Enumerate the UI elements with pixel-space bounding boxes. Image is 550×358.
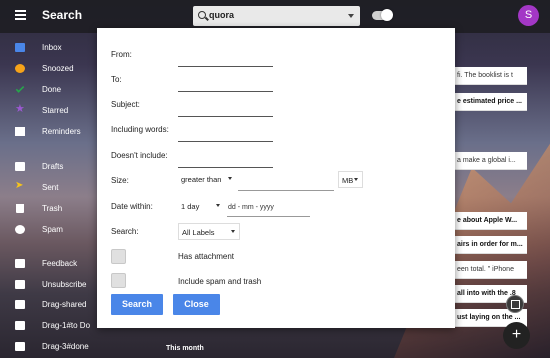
size-operator-value: greater than xyxy=(181,175,222,184)
search-input[interactable]: quora xyxy=(193,6,360,26)
size-label: Size: xyxy=(111,176,129,185)
sidebar-item-snoozed[interactable]: Snoozed xyxy=(0,60,100,78)
from-label: From: xyxy=(111,50,132,59)
search-button[interactable]: Search xyxy=(111,294,163,315)
has-attachment-checkbox[interactable] xyxy=(111,249,126,264)
size-input[interactable] xyxy=(238,171,334,191)
sidebar-item-label: Drag-1#to Do xyxy=(42,321,91,330)
check-icon xyxy=(15,84,25,93)
search-query: quora xyxy=(209,10,235,20)
including-words-field[interactable] xyxy=(178,141,273,142)
sidebar-item-drafts[interactable]: Drafts xyxy=(0,158,100,176)
section-heading: This month xyxy=(166,345,204,352)
advanced-search-panel: From: To: Subject: Including words: Does… xyxy=(97,28,455,328)
mail-icon xyxy=(15,280,25,289)
mail-icon xyxy=(15,342,25,351)
date-range-value: 1 day xyxy=(181,202,200,211)
date-within-label: Date within: xyxy=(111,202,153,211)
page-title: Search xyxy=(42,8,83,22)
toggle-knob xyxy=(381,9,393,21)
mail-icon xyxy=(15,300,25,309)
mail-icon xyxy=(15,259,25,268)
sidebar-item-label: Reminders xyxy=(42,127,81,136)
list-item[interactable]: airs in order for m... xyxy=(455,236,527,254)
to-label: To: xyxy=(111,75,122,84)
doesnt-include-field[interactable] xyxy=(178,167,273,168)
sidebar-item-label: Inbox xyxy=(42,43,62,52)
date-range-select[interactable]: 1 day xyxy=(178,198,224,215)
chevron-down-icon xyxy=(231,230,235,233)
reminder-icon xyxy=(15,127,25,136)
add-button[interactable]: + xyxy=(503,322,530,349)
to-field[interactable] xyxy=(178,91,273,92)
sidebar-item-label: Drag-3#done xyxy=(42,342,89,351)
chevron-down-icon xyxy=(216,204,220,207)
sidebar-item-spam[interactable]: Spam xyxy=(0,221,100,239)
include-spam-label: Include spam and trash xyxy=(178,277,262,286)
trash-icon xyxy=(16,204,24,213)
list-item[interactable]: e about Apple W... xyxy=(455,212,527,230)
compose-icon[interactable] xyxy=(506,295,524,313)
sidebar-item-feedback[interactable]: Feedback xyxy=(0,255,100,273)
subject-field[interactable] xyxy=(178,116,273,117)
clock-icon xyxy=(15,64,25,73)
has-attachment-label: Has attachment xyxy=(178,252,235,261)
chevron-down-icon[interactable] xyxy=(348,14,354,18)
chevron-down-icon xyxy=(228,177,232,180)
size-unit-value: MB xyxy=(342,176,354,185)
search-scope-label: Search: xyxy=(111,227,139,236)
search-scope-select[interactable]: All Labels xyxy=(178,223,240,240)
list-item[interactable]: fi. The booklist is t xyxy=(455,67,527,85)
sidebar-item-drag-todo[interactable]: Drag-1#to Do xyxy=(0,317,100,335)
doesnt-include-label: Doesn't include: xyxy=(111,151,168,160)
inbox-icon xyxy=(15,43,25,52)
sidebar-item-label: Snoozed xyxy=(42,64,74,73)
sidebar-item-label: Feedback xyxy=(42,259,78,268)
sidebar-item-label: Trash xyxy=(42,204,63,213)
list-item[interactable]: een total. " iPhone xyxy=(455,261,527,279)
list-item[interactable]: e estimated price ... xyxy=(455,93,527,111)
spam-icon xyxy=(15,225,25,234)
sidebar-item-drag-done[interactable]: Drag-3#done xyxy=(0,338,100,356)
list-item[interactable]: a make a global i... xyxy=(455,152,527,170)
chevron-down-icon xyxy=(354,178,358,181)
sidebar-item-label: Spam xyxy=(42,225,63,234)
sidebar-item-starred[interactable]: ★ Starred xyxy=(0,102,100,120)
subject-label: Subject: xyxy=(111,100,140,109)
search-icon xyxy=(198,11,206,19)
sidebar-item-label: Drag-shared xyxy=(42,300,87,309)
sidebar-item-reminders[interactable]: Reminders xyxy=(0,123,100,141)
menu-icon[interactable] xyxy=(15,10,26,20)
include-spam-checkbox[interactable] xyxy=(111,273,126,288)
sidebar-item-unsubscribe[interactable]: Unsubscribe xyxy=(0,276,100,294)
sidebar-item-label: Unsubscribe xyxy=(42,280,87,289)
mail-icon xyxy=(15,321,25,330)
mail-icon xyxy=(15,162,25,171)
sidebar-item-label: Starred xyxy=(42,106,69,115)
sidebar-item-drag-shared[interactable]: Drag-shared xyxy=(0,296,100,314)
from-field[interactable] xyxy=(178,66,273,67)
sidebar-item-sent[interactable]: ➤ Sent xyxy=(0,179,100,197)
including-words-label: Including words: xyxy=(111,125,169,134)
sidebar-item-inbox[interactable]: Inbox xyxy=(0,39,100,57)
close-button[interactable]: Close xyxy=(173,294,220,315)
avatar[interactable]: S xyxy=(518,5,539,26)
sidebar-item-done[interactable]: Done xyxy=(0,81,100,99)
star-icon: ★ xyxy=(15,103,25,115)
sidebar-item-label: Sent xyxy=(42,183,59,192)
search-scope-value: All Labels xyxy=(182,228,215,237)
date-input[interactable]: dd - mm - yyyy xyxy=(227,200,310,217)
sidebar-item-label: Drafts xyxy=(42,162,64,171)
sidebar-item-label: Done xyxy=(42,85,62,94)
size-unit-select[interactable]: MB xyxy=(338,171,363,188)
sidebar-item-trash[interactable]: Trash xyxy=(0,200,100,218)
size-operator-select[interactable]: greater than xyxy=(178,171,236,188)
send-icon: ➤ xyxy=(15,180,24,191)
theme-toggle[interactable] xyxy=(372,9,393,21)
